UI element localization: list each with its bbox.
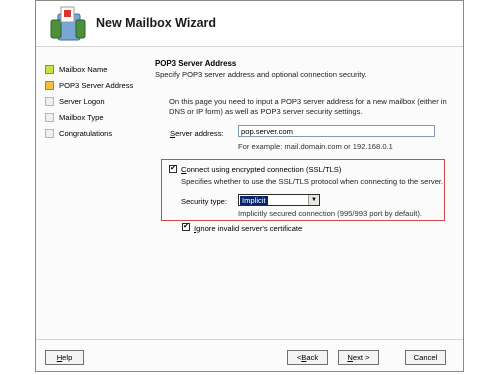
wizard-steps: Mailbox Name POP3 Server Address Server …	[45, 61, 133, 141]
security-type-value: Implicit	[240, 195, 268, 205]
step-mailbox-type: Mailbox Type	[45, 109, 133, 125]
step-label: Mailbox Type	[59, 112, 104, 122]
step-mailbox-name: Mailbox Name	[45, 61, 133, 77]
step-current-icon	[45, 80, 54, 90]
step-pending-icon	[45, 96, 54, 106]
step-congratulations: Congratulations	[45, 125, 133, 141]
ssl-checkbox-label[interactable]: Connect using encrypted connection (SSL/…	[181, 165, 341, 174]
step-label: POP3 Server Address	[59, 80, 134, 90]
server-address-label: Server address:	[170, 129, 224, 138]
page-subtitle: Specify POP3 server address and optional…	[155, 70, 367, 79]
wizard-title: New Mailbox Wizard	[96, 16, 217, 30]
button-text: ack	[306, 353, 319, 362]
step-label: Server Logon	[59, 96, 105, 106]
step-pop3-server-address: POP3 Server Address	[45, 77, 133, 93]
label-text: onnect using encrypted connection (SSL/T…	[186, 165, 342, 174]
mailbox-wizard-icon	[50, 6, 86, 41]
checkmark-icon: ✔	[170, 165, 176, 172]
checkmark-icon: ✔	[183, 223, 189, 230]
step-pending-icon	[45, 112, 54, 122]
dropdown-arrow-icon[interactable]: ▼	[308, 195, 319, 205]
security-type-hint: Implicitly secured connection (995/993 p…	[238, 209, 423, 218]
next-button[interactable]: Next >	[338, 350, 379, 365]
page-description: On this page you need to input a POP3 se…	[169, 97, 447, 116]
server-address-input[interactable]	[238, 125, 435, 137]
header-divider	[36, 46, 463, 47]
button-text: elp	[62, 353, 73, 362]
help-button[interactable]: Help	[45, 350, 84, 365]
wizard-window: New Mailbox Wizard Mailbox Name POP3 Ser…	[35, 0, 464, 372]
security-type-label: Security type:	[181, 197, 228, 206]
label-text: gnore invalid server's certificate	[196, 224, 303, 233]
ssl-description: Specifies whether to use the SSL/TLS pro…	[181, 177, 444, 186]
step-server-logon: Server Logon	[45, 93, 133, 109]
back-button[interactable]: < Back	[287, 350, 328, 365]
page-title: POP3 Server Address	[155, 59, 237, 68]
step-label: Congratulations	[59, 128, 113, 138]
ignore-cert-label[interactable]: Ignore invalid server's certificate	[194, 224, 302, 233]
footer-divider	[36, 339, 463, 340]
security-type-select[interactable]: Implicit ▼	[238, 194, 320, 206]
step-pending-icon	[45, 128, 54, 138]
step-done-icon	[45, 64, 54, 74]
ignore-cert-checkbox[interactable]: ✔	[182, 223, 190, 231]
wizard-header: New Mailbox Wizard	[36, 1, 463, 46]
label-text: erver address:	[175, 129, 224, 138]
cancel-button[interactable]: Cancel	[405, 350, 446, 365]
server-address-hint: For example: mail.domain.com or 192.168.…	[238, 142, 393, 151]
step-label: Mailbox Name	[59, 64, 108, 74]
ssl-checkbox[interactable]: ✔	[169, 165, 177, 173]
button-text: ext >	[352, 353, 370, 362]
